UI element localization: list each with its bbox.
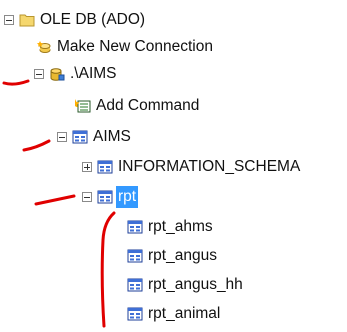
annotation-dash-rpt bbox=[34, 194, 76, 206]
annotation-dash-database bbox=[22, 139, 51, 152]
red-annotation-marks bbox=[2, 79, 116, 328]
annotation-dash-connection bbox=[2, 79, 30, 86]
annotation-bracket-tables bbox=[100, 211, 116, 328]
